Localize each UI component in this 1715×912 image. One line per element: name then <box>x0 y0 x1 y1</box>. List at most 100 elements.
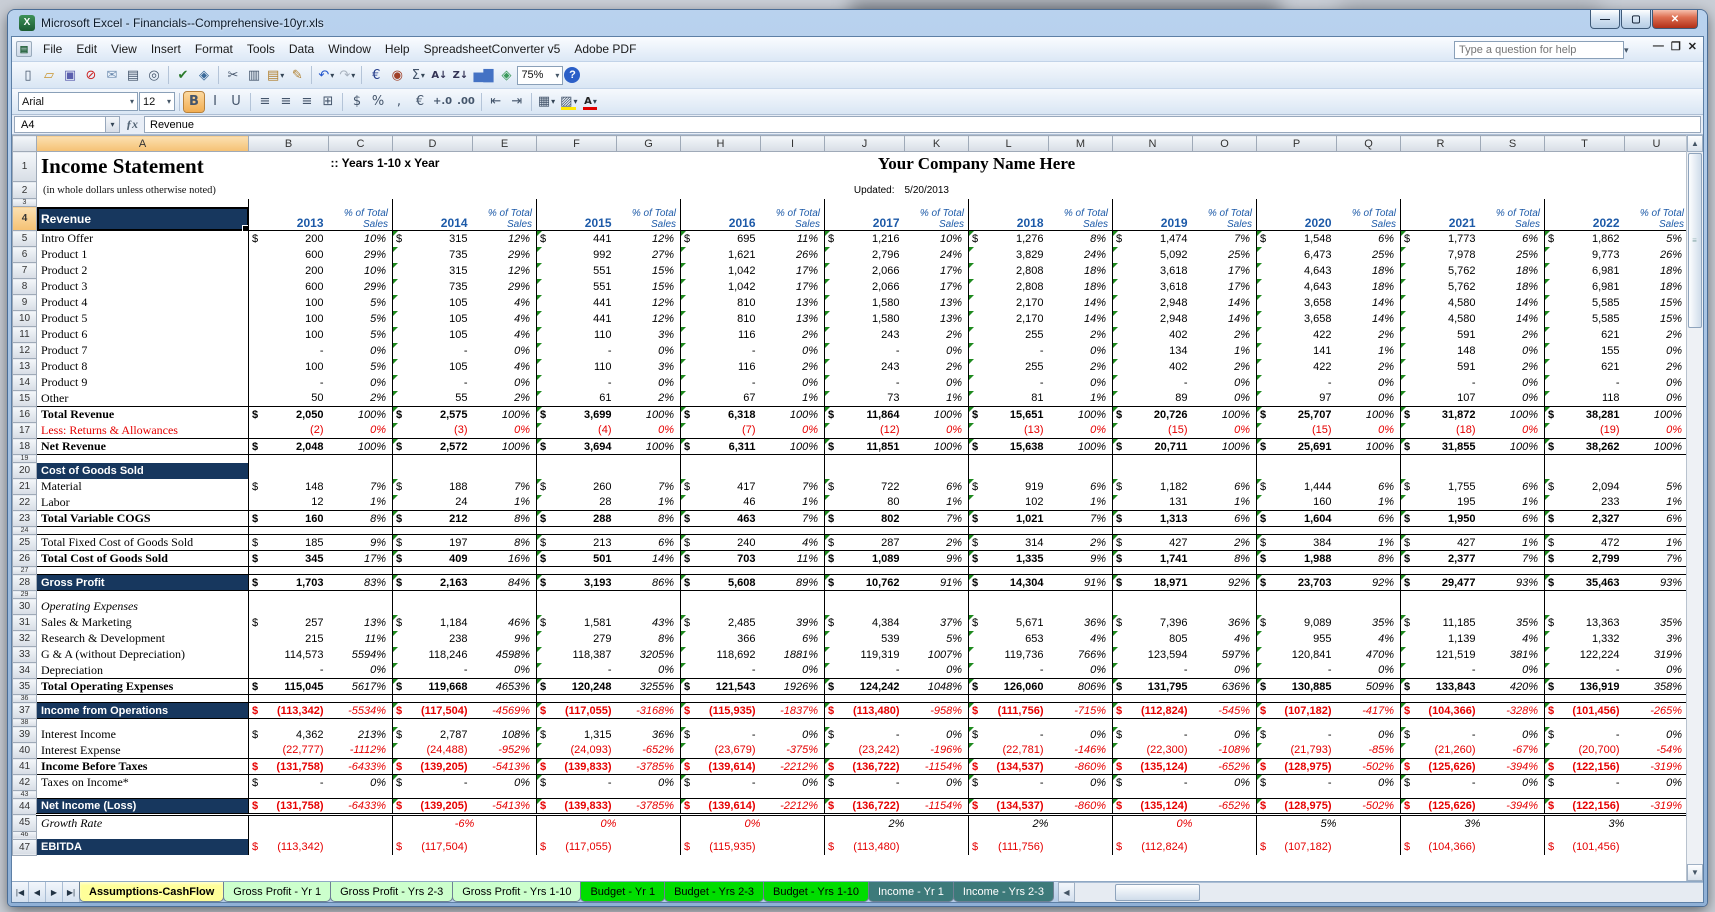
row-header-47[interactable]: 47 <box>12 838 37 856</box>
cell-K13[interactable]: 2% <box>905 359 969 375</box>
cell-R47[interactable]: $ (104,366) <box>1400 839 1481 855</box>
cell-T35[interactable]: $136,919 <box>1544 678 1625 695</box>
cell-B14[interactable]: - <box>248 374 329 391</box>
cell-T9[interactable]: 5,585 <box>1544 294 1625 311</box>
cell-B4[interactable]: 2013 <box>248 206 329 231</box>
fill-color-icon[interactable]: ▨ ▾ <box>558 92 579 112</box>
align-right-icon[interactable]: ≡ <box>297 92 317 112</box>
cell-E22[interactable]: 1% <box>473 495 537 511</box>
cell-E42[interactable]: 0% <box>473 775 537 791</box>
cell-G14[interactable]: 0% <box>617 375 681 391</box>
cell-H41[interactable]: $ (139,614) <box>680 758 761 775</box>
cell-O9[interactable]: 14% <box>1193 295 1257 311</box>
cell-I39[interactable]: 0% <box>761 727 825 743</box>
cell-S9[interactable]: 14% <box>1481 295 1545 311</box>
cell-O8[interactable]: 17% <box>1193 279 1257 295</box>
cell-U42[interactable]: 0% <box>1624 774 1689 791</box>
cell-F23[interactable]: $288 <box>536 510 617 527</box>
cell-D35[interactable]: $119,668 <box>392 678 473 695</box>
cell-E10[interactable]: 4% <box>473 311 537 327</box>
cell-A20[interactable]: Cost of Goods Sold <box>36 462 249 479</box>
cell-H44[interactable]: $ (139,614) <box>680 798 761 816</box>
cell-N6[interactable]: 5,092 <box>1112 246 1193 263</box>
cell-M22[interactable]: 1% <box>1049 495 1113 511</box>
cell-D44[interactable]: $ (139,205) <box>392 798 473 816</box>
row-header-15[interactable]: 15 <box>12 390 37 407</box>
cell-J21[interactable]: $722 <box>824 478 905 495</box>
cell-K4[interactable]: % of Total Sales <box>904 206 969 231</box>
help-search-input[interactable] <box>1454 41 1624 59</box>
cell-L41[interactable]: $ (134,537) <box>968 758 1049 775</box>
cell-Q33[interactable]: 470% <box>1337 647 1401 663</box>
cell-K39[interactable]: 0% <box>905 727 969 743</box>
cell-O16[interactable]: 100% <box>1192 406 1257 423</box>
cell-L4[interactable]: 2018 <box>968 206 1049 231</box>
cell-P22[interactable]: 160 <box>1256 494 1337 511</box>
cell-Q7[interactable]: 18% <box>1337 263 1401 279</box>
cell-H26[interactable]: $703 <box>680 550 761 567</box>
cell-K9[interactable]: 13% <box>905 295 969 311</box>
cell-G42[interactable]: 0% <box>617 775 681 791</box>
cell-F31[interactable]: $1,581 <box>536 614 617 631</box>
cell-B10[interactable]: 100 <box>248 310 329 327</box>
cell-L32[interactable]: 653 <box>968 630 1049 647</box>
cell-D31[interactable]: $1,184 <box>392 614 473 631</box>
cell-U14[interactable]: 0% <box>1624 374 1689 391</box>
cell-Q4[interactable]: % of Total Sales <box>1336 206 1401 231</box>
row-header-4[interactable]: 4 <box>12 206 37 231</box>
cell-K14[interactable]: 0% <box>905 375 969 391</box>
cell-K33[interactable]: 1007% <box>905 647 969 663</box>
cell-R25[interactable]: $427 <box>1400 534 1481 551</box>
cell-O7[interactable]: 17% <box>1193 263 1257 279</box>
cell-D13[interactable]: 105 <box>392 358 473 375</box>
cell-H14[interactable]: - <box>680 374 761 391</box>
cell-C28[interactable]: 83% <box>328 574 393 591</box>
cell-R17[interactable]: (18) <box>1400 422 1481 439</box>
cell-K18[interactable]: 100% <box>904 438 969 455</box>
scroll-left-icon[interactable]: ◀ <box>1057 882 1075 902</box>
select-all-button[interactable] <box>12 135 37 152</box>
cell-J45[interactable]: 2% <box>824 814 969 831</box>
cell-R7[interactable]: 5,762 <box>1400 262 1481 279</box>
cell-G22[interactable]: 1% <box>617 495 681 511</box>
cell-G5[interactable]: 12% <box>617 231 681 247</box>
cell-G33[interactable]: 3205% <box>617 647 681 663</box>
row-header-10[interactable]: 10 <box>12 310 37 327</box>
cell-A22[interactable]: Labor <box>37 495 249 511</box>
cell-G47[interactable] <box>617 839 681 855</box>
cell-R34[interactable]: - <box>1400 662 1481 679</box>
cell-T15[interactable]: 118 <box>1544 390 1625 407</box>
cell-D32[interactable]: 238 <box>392 630 473 647</box>
cell-U15[interactable]: 0% <box>1624 390 1689 407</box>
cell-H22[interactable]: 46 <box>680 494 761 511</box>
cell-E28[interactable]: 84% <box>472 574 537 591</box>
cell-G37[interactable]: -3168% <box>616 702 681 719</box>
cell-E9[interactable]: 4% <box>473 295 537 311</box>
cell-G21[interactable]: 7% <box>617 479 681 495</box>
decrease-indent-icon[interactable]: ⇤ <box>486 92 506 112</box>
cell-F28[interactable]: $3,193 <box>536 574 617 591</box>
cell-N25[interactable]: $427 <box>1112 534 1193 551</box>
cell-U47[interactable] <box>1624 839 1689 855</box>
cell-N23[interactable]: $1,313 <box>1112 510 1193 527</box>
row-header-31[interactable]: 31 <box>12 614 37 631</box>
cell-J12[interactable]: - <box>824 342 905 359</box>
workbook-close-button[interactable]: ✕ <box>1688 40 1697 53</box>
cell-U23[interactable]: 6% <box>1624 510 1689 527</box>
cell-E13[interactable]: 4% <box>473 359 537 375</box>
redo-icon[interactable]: ↷ ▾ <box>337 65 357 85</box>
cell-G13[interactable]: 3% <box>617 359 681 375</box>
cell-P25[interactable]: $384 <box>1256 534 1337 551</box>
cell-Q10[interactable]: 14% <box>1337 311 1401 327</box>
cell-U32[interactable]: 3% <box>1624 630 1689 647</box>
sheet-tab-income-yrs-2-3[interactable]: Income - Yrs 2-3 <box>952 882 1054 902</box>
selected-cell-A4[interactable]: Revenue <box>36 206 249 231</box>
cell-F25[interactable]: $213 <box>536 534 617 551</box>
cell-G23[interactable]: 8% <box>616 510 681 527</box>
cell-U10[interactable]: 15% <box>1624 310 1689 327</box>
cell-O44[interactable]: -652% <box>1192 798 1257 816</box>
cell-R28[interactable]: $29,477 <box>1400 574 1481 591</box>
cell-S28[interactable]: 93% <box>1480 574 1545 591</box>
menu-help[interactable]: Help <box>378 39 417 59</box>
cell-C18[interactable]: 100% <box>328 438 393 455</box>
